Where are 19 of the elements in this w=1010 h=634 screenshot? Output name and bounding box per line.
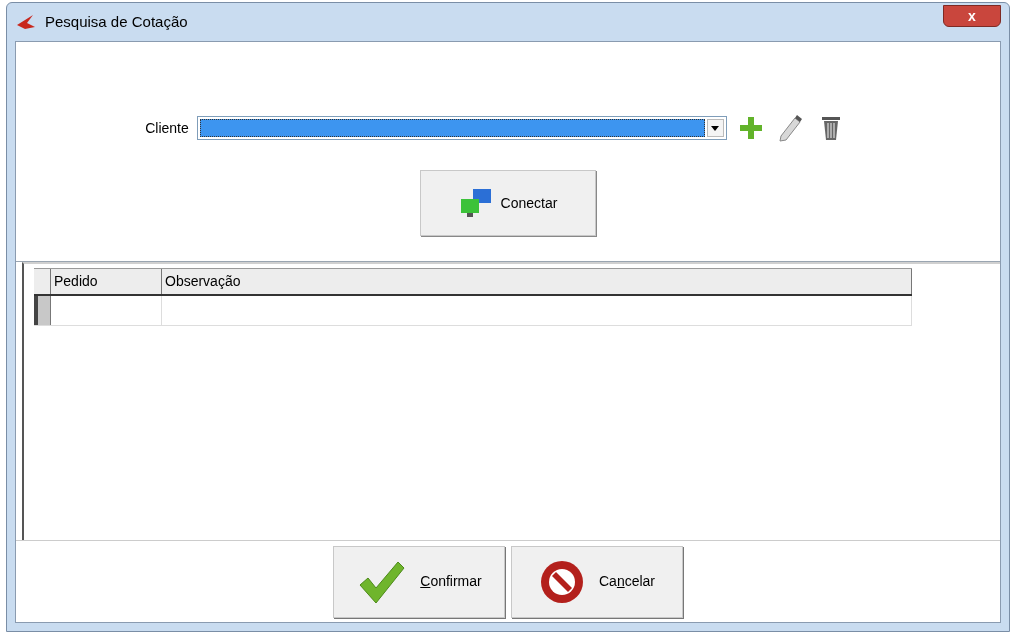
dropdown-arrow-icon [711,125,720,131]
trash-icon[interactable] [820,115,841,141]
cancel-button[interactable]: Cancelar [511,545,683,618]
app-logo-icon [15,13,37,31]
confirm-button[interactable]: Confirmar [333,545,505,618]
close-button[interactable]: x [943,5,1001,27]
connect-button[interactable]: Conectar [420,170,596,236]
client-label: Cliente [145,118,189,138]
pencil-icon[interactable] [776,114,803,142]
row-header-corner [34,269,51,294]
column-header[interactable]: Pedido [51,269,162,294]
prohibited-icon [538,558,585,605]
computers-icon [458,187,493,219]
row-header[interactable] [34,296,51,325]
column-header[interactable]: Observação [162,269,912,294]
add-icon[interactable] [738,116,763,140]
client-dropdown[interactable] [196,116,727,140]
dropdown-button[interactable] [706,119,724,137]
window-title: Pesquisa de Cotação [45,11,188,32]
